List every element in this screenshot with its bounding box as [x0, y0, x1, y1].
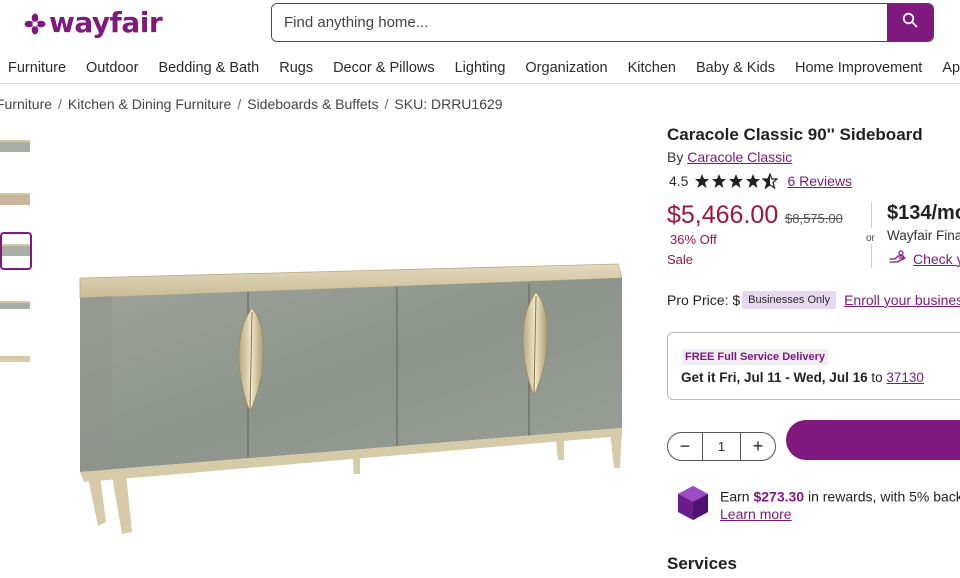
- breadcrumb-kitchen-dining[interactable]: Kitchen & Dining Furniture: [68, 96, 231, 112]
- breadcrumb-separator: /: [237, 96, 242, 112]
- category-nav: Furniture Outdoor Bedding & Bath Rugs De…: [0, 52, 960, 84]
- logo-mark-icon: [24, 13, 46, 35]
- delivery-box: FREE Full Service Delivery Get it Fri, J…: [667, 332, 960, 400]
- learn-more-link[interactable]: Learn more: [720, 506, 792, 522]
- or-label: or: [866, 233, 875, 244]
- services-heading: Services: [667, 554, 737, 573]
- star-icon: [712, 174, 727, 188]
- breadcrumb-sideboards[interactable]: Sideboards & Buffets: [247, 96, 378, 112]
- discount-label: 36% Off: [670, 232, 717, 247]
- nav-item-decor-pillows[interactable]: Decor & Pillows: [323, 60, 445, 76]
- finance-label: Wayfair Finance: [887, 228, 960, 243]
- nav-item-lighting[interactable]: Lighting: [445, 60, 516, 76]
- monthly-price: $134/mo: [887, 202, 960, 224]
- decrease-quantity-button[interactable]: −: [668, 433, 702, 460]
- divider: [871, 202, 872, 228]
- reviews-link[interactable]: 6 Reviews: [787, 173, 852, 189]
- by-prefix: By: [667, 149, 684, 165]
- product-title: Caracole Classic 90'' Sideboard: [667, 125, 923, 144]
- product-image[interactable]: [70, 250, 640, 540]
- rewards-gem-icon: [675, 484, 711, 522]
- search-button[interactable]: [887, 4, 933, 41]
- rating-value: 4.5: [669, 173, 689, 189]
- nav-item-bedding-bath[interactable]: Bedding & Bath: [148, 60, 269, 76]
- brand-link[interactable]: Caracole Classic: [687, 149, 792, 165]
- get-it-label: Get it: [681, 370, 716, 385]
- earn-label: Earn: [720, 488, 750, 505]
- check-link[interactable]: Check your: [913, 251, 960, 267]
- search-bar: [271, 3, 934, 42]
- star-icon: [695, 174, 710, 188]
- site-header: wayfair: [0, 0, 960, 52]
- thumbnail-5[interactable]: [0, 338, 32, 376]
- free-delivery-badge: FREE Full Service Delivery: [682, 349, 829, 365]
- thumbnail-2[interactable]: [0, 179, 32, 217]
- nav-item-rugs[interactable]: Rugs: [269, 60, 323, 76]
- zip-code-link[interactable]: 37130: [886, 370, 924, 385]
- delivery-estimate: Get it Fri, Jul 11 - Wed, Jul 16 to 3713…: [681, 370, 924, 385]
- quantity-value[interactable]: 1: [702, 433, 741, 460]
- thumbnail-3[interactable]: [0, 232, 32, 270]
- nav-item-appliances[interactable]: Appliances: [932, 60, 960, 76]
- delivery-dates: Fri, Jul 11 - Wed, Jul 16: [719, 370, 868, 385]
- rewards-suffix: in rewards, with 5% back: [807, 488, 960, 505]
- by-line: By Caracole Classic: [667, 149, 792, 165]
- thumbnail-4[interactable]: [0, 285, 32, 323]
- to-label: to: [871, 370, 883, 385]
- breadcrumb: Furniture / Kitchen & Dining Furniture / Sid…: [0, 96, 503, 112]
- divider: [871, 244, 872, 268]
- breadcrumb-separator: /: [58, 96, 62, 112]
- nav-item-baby-kids[interactable]: Baby & Kids: [686, 60, 785, 76]
- star-icon: [729, 174, 744, 188]
- half-star-icon: [762, 173, 779, 189]
- rewards-amount: $273.30: [753, 488, 805, 505]
- nav-item-organization[interactable]: Organization: [515, 60, 617, 76]
- logo-text: wayfair: [49, 6, 163, 39]
- sale-label: Sale: [667, 252, 694, 267]
- quantity-stepper: − 1 +: [667, 432, 776, 461]
- rewards-text: Earn $273.30 in rewards, with 5% back1: [720, 486, 960, 505]
- star-icon: [746, 174, 761, 188]
- pro-price-row: Pro Price: $ Businesses Only Enroll your…: [667, 291, 960, 309]
- wayfair-logo[interactable]: wayfair: [24, 6, 163, 39]
- increase-quantity-button[interactable]: +: [741, 433, 775, 460]
- search-input[interactable]: [272, 4, 887, 41]
- original-price: $8,575.00: [785, 211, 843, 226]
- enroll-business-link[interactable]: Enroll your business: [844, 292, 960, 308]
- rating-stars[interactable]: [694, 173, 779, 189]
- nav-item-home-improvement[interactable]: Home Improvement: [785, 60, 932, 76]
- search-icon: [902, 12, 918, 33]
- breadcrumb-sku: SKU: DRRU1629: [394, 96, 503, 112]
- nav-item-outdoor[interactable]: Outdoor: [76, 60, 148, 76]
- thumbnail-rail: [0, 126, 34, 391]
- breadcrumb-furniture[interactable]: Furniture: [0, 96, 52, 112]
- businesses-only-badge: Businesses Only: [742, 291, 837, 309]
- nav-item-kitchen[interactable]: Kitchen: [618, 60, 686, 76]
- pro-price-label: Pro Price:: [667, 292, 729, 308]
- thumbnail-1[interactable]: [0, 126, 32, 164]
- add-to-cart-button[interactable]: [786, 420, 960, 460]
- pro-price-prefix: $: [732, 292, 741, 308]
- hand-icon: [889, 250, 907, 267]
- nav-item-furniture[interactable]: Furniture: [0, 60, 76, 76]
- sale-price: $5,466.00: [667, 201, 779, 229]
- rating-row: 4.5 6 Reviews: [669, 173, 852, 189]
- breadcrumb-separator: /: [384, 96, 389, 112]
- check-eligibility[interactable]: Check your: [889, 250, 960, 267]
